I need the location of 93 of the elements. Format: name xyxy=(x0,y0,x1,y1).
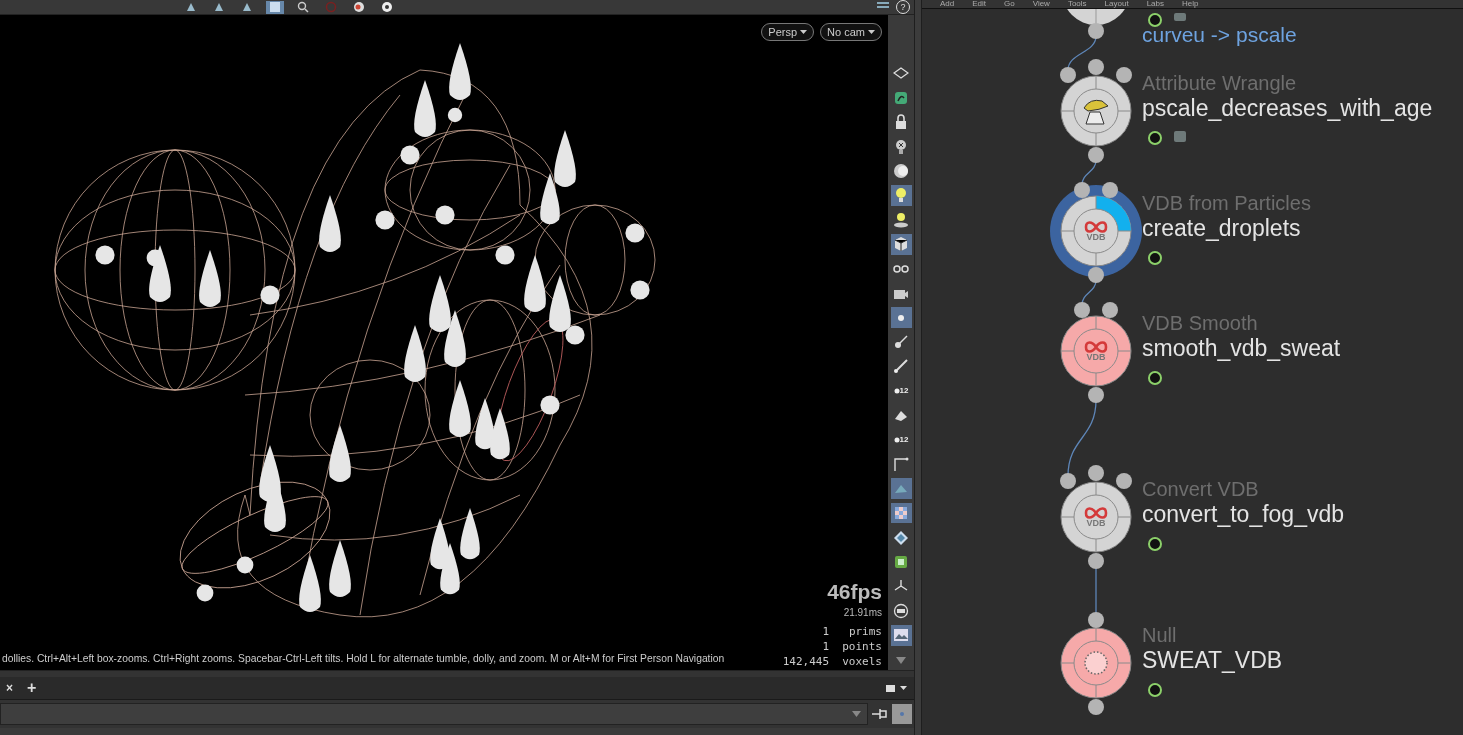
node-circle[interactable] xyxy=(1060,315,1132,387)
node-name[interactable]: create_droplets xyxy=(1142,214,1301,242)
node-circle[interactable] xyxy=(1060,481,1132,553)
checker-icon xyxy=(893,505,909,522)
surface-tool-button[interactable] xyxy=(890,478,912,499)
bulb-tool-button[interactable] xyxy=(890,185,912,206)
count-label: points xyxy=(841,639,882,654)
status-hint: dollies. Ctrl+Alt+Left box-zooms. Ctrl+Right zooms. Spacebar-Ctrl-Left tilts. Hold L for alternate tumble, dolly, and zoom. M or Alt+M for First Person Navigation xyxy=(2,653,725,664)
3d-viewport[interactable] xyxy=(0,15,888,670)
node-type-label: Convert VDB xyxy=(1142,477,1259,501)
dot-tool-button[interactable] xyxy=(890,307,912,328)
output-connector[interactable] xyxy=(1088,699,1104,715)
count-value: 1 xyxy=(822,624,829,639)
checker-tool-button[interactable] xyxy=(890,502,912,524)
node-type-label: Attribute Wrangle xyxy=(1142,71,1297,95)
vdb-logo: VDB xyxy=(1084,220,1108,242)
menu-item[interactable]: Labs xyxy=(1146,0,1164,8)
input-connector[interactable] xyxy=(1088,465,1104,481)
node-name[interactable]: smooth_vdb_sweat xyxy=(1142,334,1341,362)
sphere-icon xyxy=(893,162,909,179)
dot-icon xyxy=(899,711,905,717)
menu-item[interactable]: Edit xyxy=(972,0,987,8)
corner-icon xyxy=(893,456,909,473)
camera-menu-button[interactable]: Persp xyxy=(761,23,815,41)
cube-icon xyxy=(893,236,909,253)
pane-layout-icon[interactable] xyxy=(886,683,908,693)
menu-item[interactable]: Go xyxy=(1004,0,1015,8)
node-type-label: Null xyxy=(1142,623,1177,647)
menu-item[interactable]: Layout xyxy=(1104,0,1129,8)
caret-icon xyxy=(868,30,875,34)
menu-item[interactable]: Help xyxy=(1182,0,1199,8)
dotted-circle-icon xyxy=(1081,648,1111,678)
network-editor-canvas[interactable]: curveu -> pscale Attribute Wrangle pscale_decreases_with_age VDB VDB from Particles create_droplets VDB VDB Smooth smooth_vdb_sweat VDB Convert VDB convert_to_fog_vdb Null SWEAT_VDB xyxy=(922,9,1463,735)
bulb-stand-icon xyxy=(893,211,909,228)
output-connector[interactable] xyxy=(1088,387,1104,403)
count-label: voxels xyxy=(841,654,882,669)
dot-icon xyxy=(893,387,900,394)
sphere-icon xyxy=(353,1,365,13)
output-connector[interactable] xyxy=(1088,147,1104,163)
input-connector[interactable] xyxy=(1102,302,1118,318)
vdb-logo: VDB xyxy=(1084,340,1108,362)
geometry-icon xyxy=(893,89,909,106)
menu-item[interactable]: View xyxy=(1032,0,1050,8)
input-connector[interactable] xyxy=(1088,612,1104,628)
fps-readout: 46fps xyxy=(827,580,882,604)
input-connector[interactable] xyxy=(1074,182,1090,198)
node-name[interactable]: SWEAT_VDB xyxy=(1142,646,1283,674)
image-tool-button[interactable] xyxy=(890,625,912,646)
frame-time-readout: 21.91ms xyxy=(843,607,882,618)
input-connector[interactable] xyxy=(1116,67,1132,83)
camera-menu-button[interactable]: No cam xyxy=(820,23,882,41)
menu-item[interactable]: Tools xyxy=(1067,0,1087,8)
output-connector[interactable] xyxy=(1088,267,1104,283)
node-type-label: VDB Smooth xyxy=(1142,311,1258,335)
bulb-off-icon xyxy=(893,138,909,155)
snap-icon xyxy=(269,1,281,13)
path-field[interactable] xyxy=(0,703,868,725)
output-connector[interactable] xyxy=(1088,553,1104,569)
close-tab-button[interactable]: × xyxy=(4,681,15,695)
sticky-note-text: curveu -> pscale xyxy=(1142,23,1297,47)
brush-icon xyxy=(893,334,909,351)
vdb-logo: VDB xyxy=(1084,506,1108,528)
caret-icon xyxy=(800,30,808,34)
pin-icon[interactable] xyxy=(872,708,888,720)
snap-tool-button[interactable] xyxy=(266,0,284,14)
menu-item[interactable]: Add xyxy=(940,0,955,8)
node-type-label: VDB from Particles xyxy=(1142,191,1311,215)
add-tab-button[interactable]: + xyxy=(25,679,39,697)
point-number-tool-button[interactable]: 12 xyxy=(890,380,912,402)
node-name[interactable]: convert_to_fog_vdb xyxy=(1142,500,1345,528)
pin-icon xyxy=(893,358,909,375)
lock-icon xyxy=(893,114,909,131)
caret-icon xyxy=(852,711,861,717)
count-label: prims xyxy=(847,624,882,639)
count-value: 142,445 xyxy=(782,654,829,669)
input-connector[interactable] xyxy=(1116,473,1132,489)
node-name[interactable]: pscale_decreases_with_age xyxy=(1142,94,1433,122)
input-connector[interactable] xyxy=(1074,302,1090,318)
node-circle[interactable] xyxy=(1060,627,1132,699)
input-connector[interactable] xyxy=(1060,473,1076,489)
cube-tool-button[interactable] xyxy=(890,234,912,255)
bulb-icon xyxy=(893,187,909,204)
prim-number-tool-button[interactable]: 12 xyxy=(890,429,912,450)
diamond-icon xyxy=(893,529,909,546)
dot-icon xyxy=(893,436,900,443)
zoom-icon xyxy=(297,1,309,13)
node-circle[interactable] xyxy=(1060,195,1132,267)
image-icon xyxy=(893,627,909,644)
input-connector[interactable] xyxy=(1088,59,1104,75)
count-value: 1 xyxy=(822,639,829,654)
output-connector[interactable] xyxy=(1088,23,1104,39)
input-connector[interactable] xyxy=(1060,67,1076,83)
input-connector[interactable] xyxy=(1102,182,1118,198)
